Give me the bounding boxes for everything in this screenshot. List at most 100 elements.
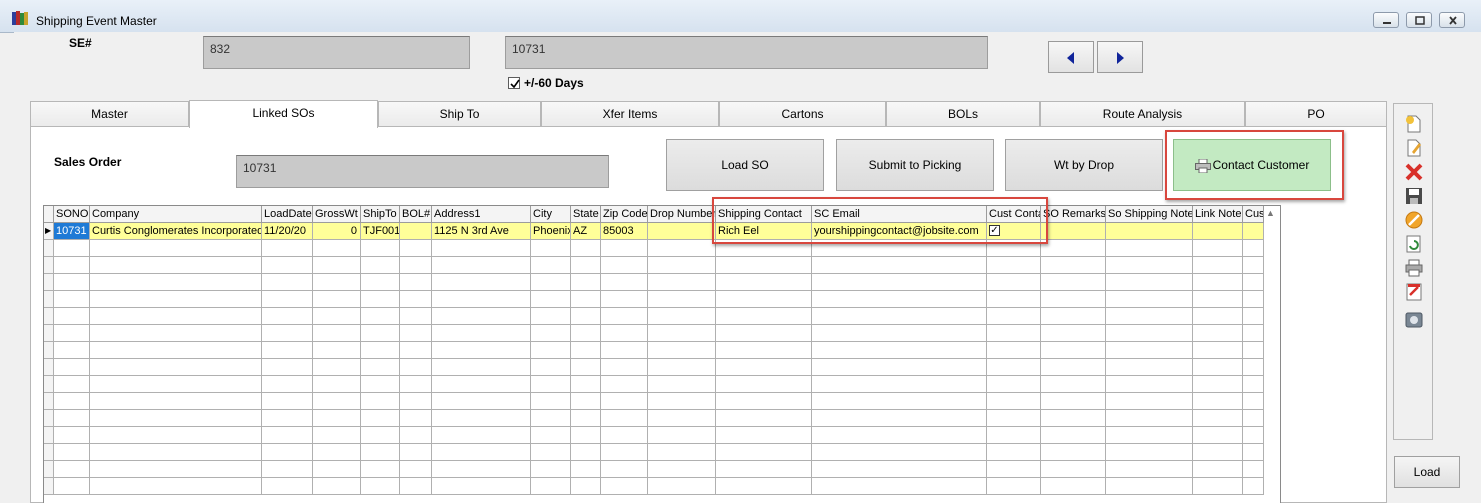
column-header-sono[interactable]: SONO — [54, 206, 90, 223]
grid-cell-cus[interactable] — [1243, 461, 1264, 478]
grid-cell-state[interactable] — [571, 427, 601, 444]
grid-cell-so-remarks[interactable] — [1041, 359, 1106, 376]
grid-cell-city[interactable] — [531, 376, 571, 393]
load-so-button[interactable]: Load SO — [666, 139, 824, 191]
grid-cell-company[interactable] — [90, 376, 262, 393]
grid-cell-sono[interactable] — [54, 240, 90, 257]
grid-cell-shipping-contact[interactable] — [716, 393, 812, 410]
grid-cell-shipto[interactable] — [361, 325, 400, 342]
wt-by-drop-button[interactable]: Wt by Drop — [1005, 139, 1163, 191]
grid-cell-link-note[interactable] — [1193, 359, 1243, 376]
row-indicator[interactable] — [44, 359, 54, 376]
grid-cell-loaddate[interactable] — [262, 427, 313, 444]
grid-cell-link-note[interactable] — [1193, 223, 1243, 240]
grid-cell-shipping-contact[interactable] — [716, 427, 812, 444]
grid-cell-shipping-contact[interactable] — [716, 461, 812, 478]
grid-cell-zip-code[interactable]: 85003 — [601, 223, 648, 240]
grid-cell-sc-email[interactable] — [812, 444, 987, 461]
grid-cell-cust-conta[interactable] — [987, 291, 1041, 308]
grid-cell-loaddate[interactable] — [262, 308, 313, 325]
grid-cell-state[interactable] — [571, 461, 601, 478]
grid-cell-company[interactable] — [90, 257, 262, 274]
column-header-cust-conta[interactable]: Cust Conta — [987, 206, 1041, 223]
grid-cell-state[interactable] — [571, 376, 601, 393]
grid-cell-shipto[interactable]: TJF001 — [361, 223, 400, 240]
grid-cell-so-remarks[interactable] — [1041, 427, 1106, 444]
grid-cell-bol[interactable] — [400, 461, 432, 478]
grid-cell-address1[interactable] — [432, 257, 531, 274]
grid-cell-sono[interactable] — [54, 359, 90, 376]
grid-cell-loaddate[interactable] — [262, 240, 313, 257]
grid-cell-cus[interactable] — [1243, 410, 1264, 427]
edit-document-icon[interactable] — [1404, 138, 1424, 158]
grid-cell-company[interactable] — [90, 325, 262, 342]
grid-cell-shipto[interactable] — [361, 427, 400, 444]
column-header-sc-email[interactable]: SC Email — [812, 206, 987, 223]
grid-cell-grosswt[interactable] — [313, 240, 361, 257]
grid-cell-company[interactable] — [90, 291, 262, 308]
grid-cell-sono[interactable] — [54, 308, 90, 325]
grid-cell-sc-email[interactable] — [812, 376, 987, 393]
grid-cell-bol[interactable] — [400, 223, 432, 240]
grid-cell-zip-code[interactable] — [601, 359, 648, 376]
grid-cell-city[interactable] — [531, 308, 571, 325]
days-checkbox[interactable] — [508, 77, 520, 89]
grid-cell-cust-conta[interactable] — [987, 478, 1041, 495]
grid-cell-grosswt[interactable] — [313, 308, 361, 325]
grid-cell-company[interactable]: Curtis Conglomerates Incorporated — [90, 223, 262, 240]
grid-cell-sono[interactable] — [54, 257, 90, 274]
grid-cell-link-note[interactable] — [1193, 376, 1243, 393]
grid-cell-sc-email[interactable] — [812, 478, 987, 495]
grid-cell-so-remarks[interactable] — [1041, 342, 1106, 359]
column-header-loaddate[interactable]: LoadDate — [262, 206, 313, 223]
contact-customer-button[interactable]: Contact Customer — [1173, 139, 1331, 191]
grid-cell-sc-email[interactable] — [812, 291, 987, 308]
grid-cell-sono[interactable] — [54, 274, 90, 291]
grid-cell-shipping-contact[interactable] — [716, 359, 812, 376]
grid-cell-cust-conta[interactable] — [987, 393, 1041, 410]
grid-cell-grosswt[interactable] — [313, 257, 361, 274]
grid-cell-so-shipping-note[interactable] — [1106, 223, 1193, 240]
row-indicator[interactable] — [44, 393, 54, 410]
cancel-icon[interactable] — [1404, 210, 1424, 230]
grid-cell-loaddate[interactable] — [262, 393, 313, 410]
grid-cell-company[interactable] — [90, 308, 262, 325]
grid-cell-so-remarks[interactable] — [1041, 257, 1106, 274]
grid-cell-sono[interactable] — [54, 342, 90, 359]
grid-cell-so-remarks[interactable] — [1041, 223, 1106, 240]
grid-cell-so-shipping-note[interactable] — [1106, 444, 1193, 461]
grid-cell-bol[interactable] — [400, 274, 432, 291]
grid-cell-link-note[interactable] — [1193, 291, 1243, 308]
grid-cell-cust-conta[interactable] — [987, 376, 1041, 393]
grid-cell-shipping-contact[interactable] — [716, 240, 812, 257]
delete-icon[interactable] — [1404, 162, 1424, 182]
grid-cell-sc-email[interactable] — [812, 410, 987, 427]
grid-cell-city[interactable] — [531, 342, 571, 359]
grid-cell-loaddate[interactable] — [262, 410, 313, 427]
column-header-state[interactable]: State — [571, 206, 601, 223]
grid-cell-link-note[interactable] — [1193, 325, 1243, 342]
grid-cell-cust-conta[interactable]: ✓ — [987, 223, 1041, 240]
grid-cell-so-remarks[interactable] — [1041, 410, 1106, 427]
grid-cell-cus[interactable] — [1243, 308, 1264, 325]
grid-cell-address1[interactable] — [432, 359, 531, 376]
grid-cell-state[interactable] — [571, 410, 601, 427]
grid-cell-so-shipping-note[interactable] — [1106, 393, 1193, 410]
grid-cell-company[interactable] — [90, 240, 262, 257]
row-indicator[interactable] — [44, 240, 54, 257]
column-header-address1[interactable]: Address1 — [432, 206, 531, 223]
grid-cell-so-remarks[interactable] — [1041, 393, 1106, 410]
grid-cell-address1[interactable] — [432, 461, 531, 478]
grid-cell-cust-conta[interactable] — [987, 444, 1041, 461]
grid-cell-address1[interactable]: 1125 N 3rd Ave — [432, 223, 531, 240]
row-indicator[interactable] — [44, 376, 54, 393]
grid-cell-sc-email[interactable] — [812, 257, 987, 274]
grid-cell-shipping-contact[interactable] — [716, 325, 812, 342]
print-icon[interactable] — [1404, 258, 1424, 278]
grid-cell-cust-conta[interactable] — [987, 461, 1041, 478]
grid-cell-bol[interactable] — [400, 342, 432, 359]
column-header-bol[interactable]: BOL# — [400, 206, 432, 223]
grid-cell-address1[interactable] — [432, 478, 531, 495]
grid-cell-company[interactable] — [90, 274, 262, 291]
grid-cell-cust-conta[interactable] — [987, 410, 1041, 427]
